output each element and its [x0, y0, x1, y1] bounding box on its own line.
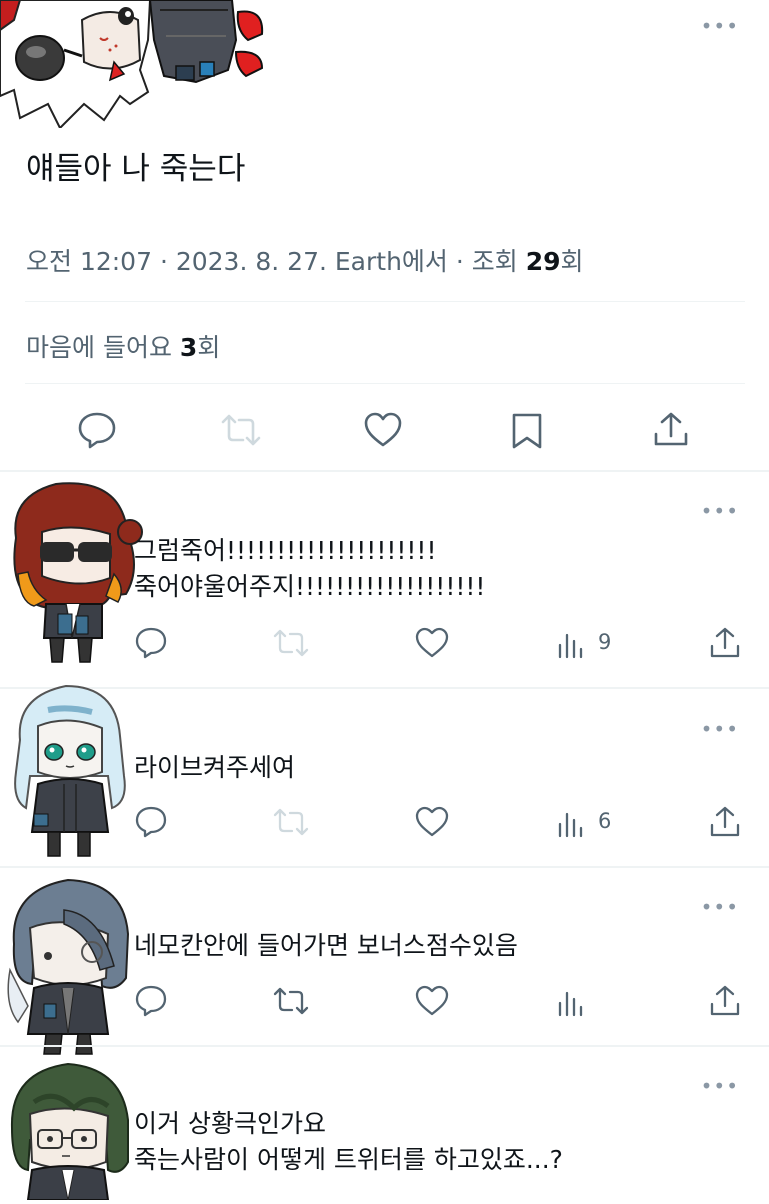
more-dots-icon[interactable]: ••• [701, 719, 739, 739]
avatar[interactable] [6, 478, 144, 668]
avatar[interactable] [8, 676, 130, 860]
avatar[interactable] [4, 1058, 134, 1201]
avatar[interactable] [4, 874, 134, 1058]
likes-label: 마음에 들어요 [26, 333, 172, 362]
likes-suffix: 회 [197, 333, 221, 362]
speech-bubble-icon[interactable] [134, 626, 168, 660]
retweet-icon[interactable] [272, 984, 310, 1018]
more-dots-icon[interactable]: ••• [701, 16, 739, 36]
retweet-icon [219, 410, 263, 450]
reply-text: 라이브켜주세여 [134, 750, 295, 786]
views-count: 9 [598, 630, 612, 654]
tweet-date[interactable]: 2023. 8. 27. [176, 247, 327, 276]
avatar[interactable] [0, 0, 270, 130]
likes-count: 3 [179, 333, 198, 362]
divider [25, 383, 745, 384]
likes-summary[interactable]: 마음에 들어요 3회 [26, 328, 220, 364]
speech-bubble-icon[interactable] [134, 984, 168, 1018]
reply-line: 라이브켜주세여 [134, 753, 296, 782]
tweet-time[interactable]: 오전 12:07 [26, 247, 152, 276]
reply-line: 네모칸안에 들어가면 보너스점수있음 [134, 931, 518, 960]
reply-text: 그럼죽어!!!!!!!!!!!!!!!!!!!!! 죽어야울어주지!!!!!!!… [134, 533, 485, 605]
bar-chart-icon[interactable] [556, 629, 586, 659]
share-icon[interactable] [708, 984, 742, 1018]
bookmark-icon[interactable] [510, 410, 544, 450]
speech-bubble-icon[interactable] [134, 805, 168, 839]
reply-line: 죽는사람이 어떻게 트위터를 하고있죠...? [134, 1145, 563, 1174]
bar-chart-icon[interactable] [556, 808, 586, 838]
divider [25, 301, 745, 302]
heart-icon[interactable] [362, 410, 404, 450]
more-dots-icon[interactable]: ••• [701, 897, 739, 917]
section-divider [0, 866, 769, 868]
speech-bubble-icon[interactable] [77, 410, 117, 450]
reply-line: 그럼죽어!!!!!!!!!!!!!!!!!!!!! [134, 536, 437, 565]
more-dots-icon[interactable]: ••• [701, 501, 739, 521]
share-icon[interactable] [708, 805, 742, 839]
views-label: 조회 [471, 247, 518, 276]
reply-text: 이거 상황극인가요 죽는사람이 어떻게 트위터를 하고있죠...? [134, 1106, 563, 1178]
retweet-icon [272, 805, 310, 839]
tweet-source: Earth에서 [334, 247, 448, 276]
section-divider [0, 1045, 769, 1047]
reply-line: 이거 상황극인가요 [134, 1109, 326, 1138]
heart-icon[interactable] [414, 984, 450, 1018]
reply-text: 네모칸안에 들어가면 보너스점수있음 [134, 928, 518, 964]
bar-chart-icon[interactable] [556, 987, 586, 1017]
section-divider [0, 470, 769, 472]
views-suffix: 회 [560, 247, 584, 276]
more-dots-icon[interactable]: ••• [701, 1076, 739, 1096]
share-icon[interactable] [652, 410, 690, 450]
retweet-icon [272, 626, 310, 660]
heart-icon[interactable] [414, 626, 450, 660]
tweet-meta: 오전 12:07 · 2023. 8. 27. Earth에서 · 조회 29회 [26, 247, 584, 276]
heart-icon[interactable] [414, 805, 450, 839]
share-icon[interactable] [708, 626, 742, 660]
tweet-text: 얘들아 나 죽는다 [26, 151, 246, 187]
reply-line: 죽어야울어주지!!!!!!!!!!!!!!!!!!! [134, 572, 486, 601]
views-count: 29 [525, 247, 561, 276]
views-count: 6 [598, 809, 612, 833]
